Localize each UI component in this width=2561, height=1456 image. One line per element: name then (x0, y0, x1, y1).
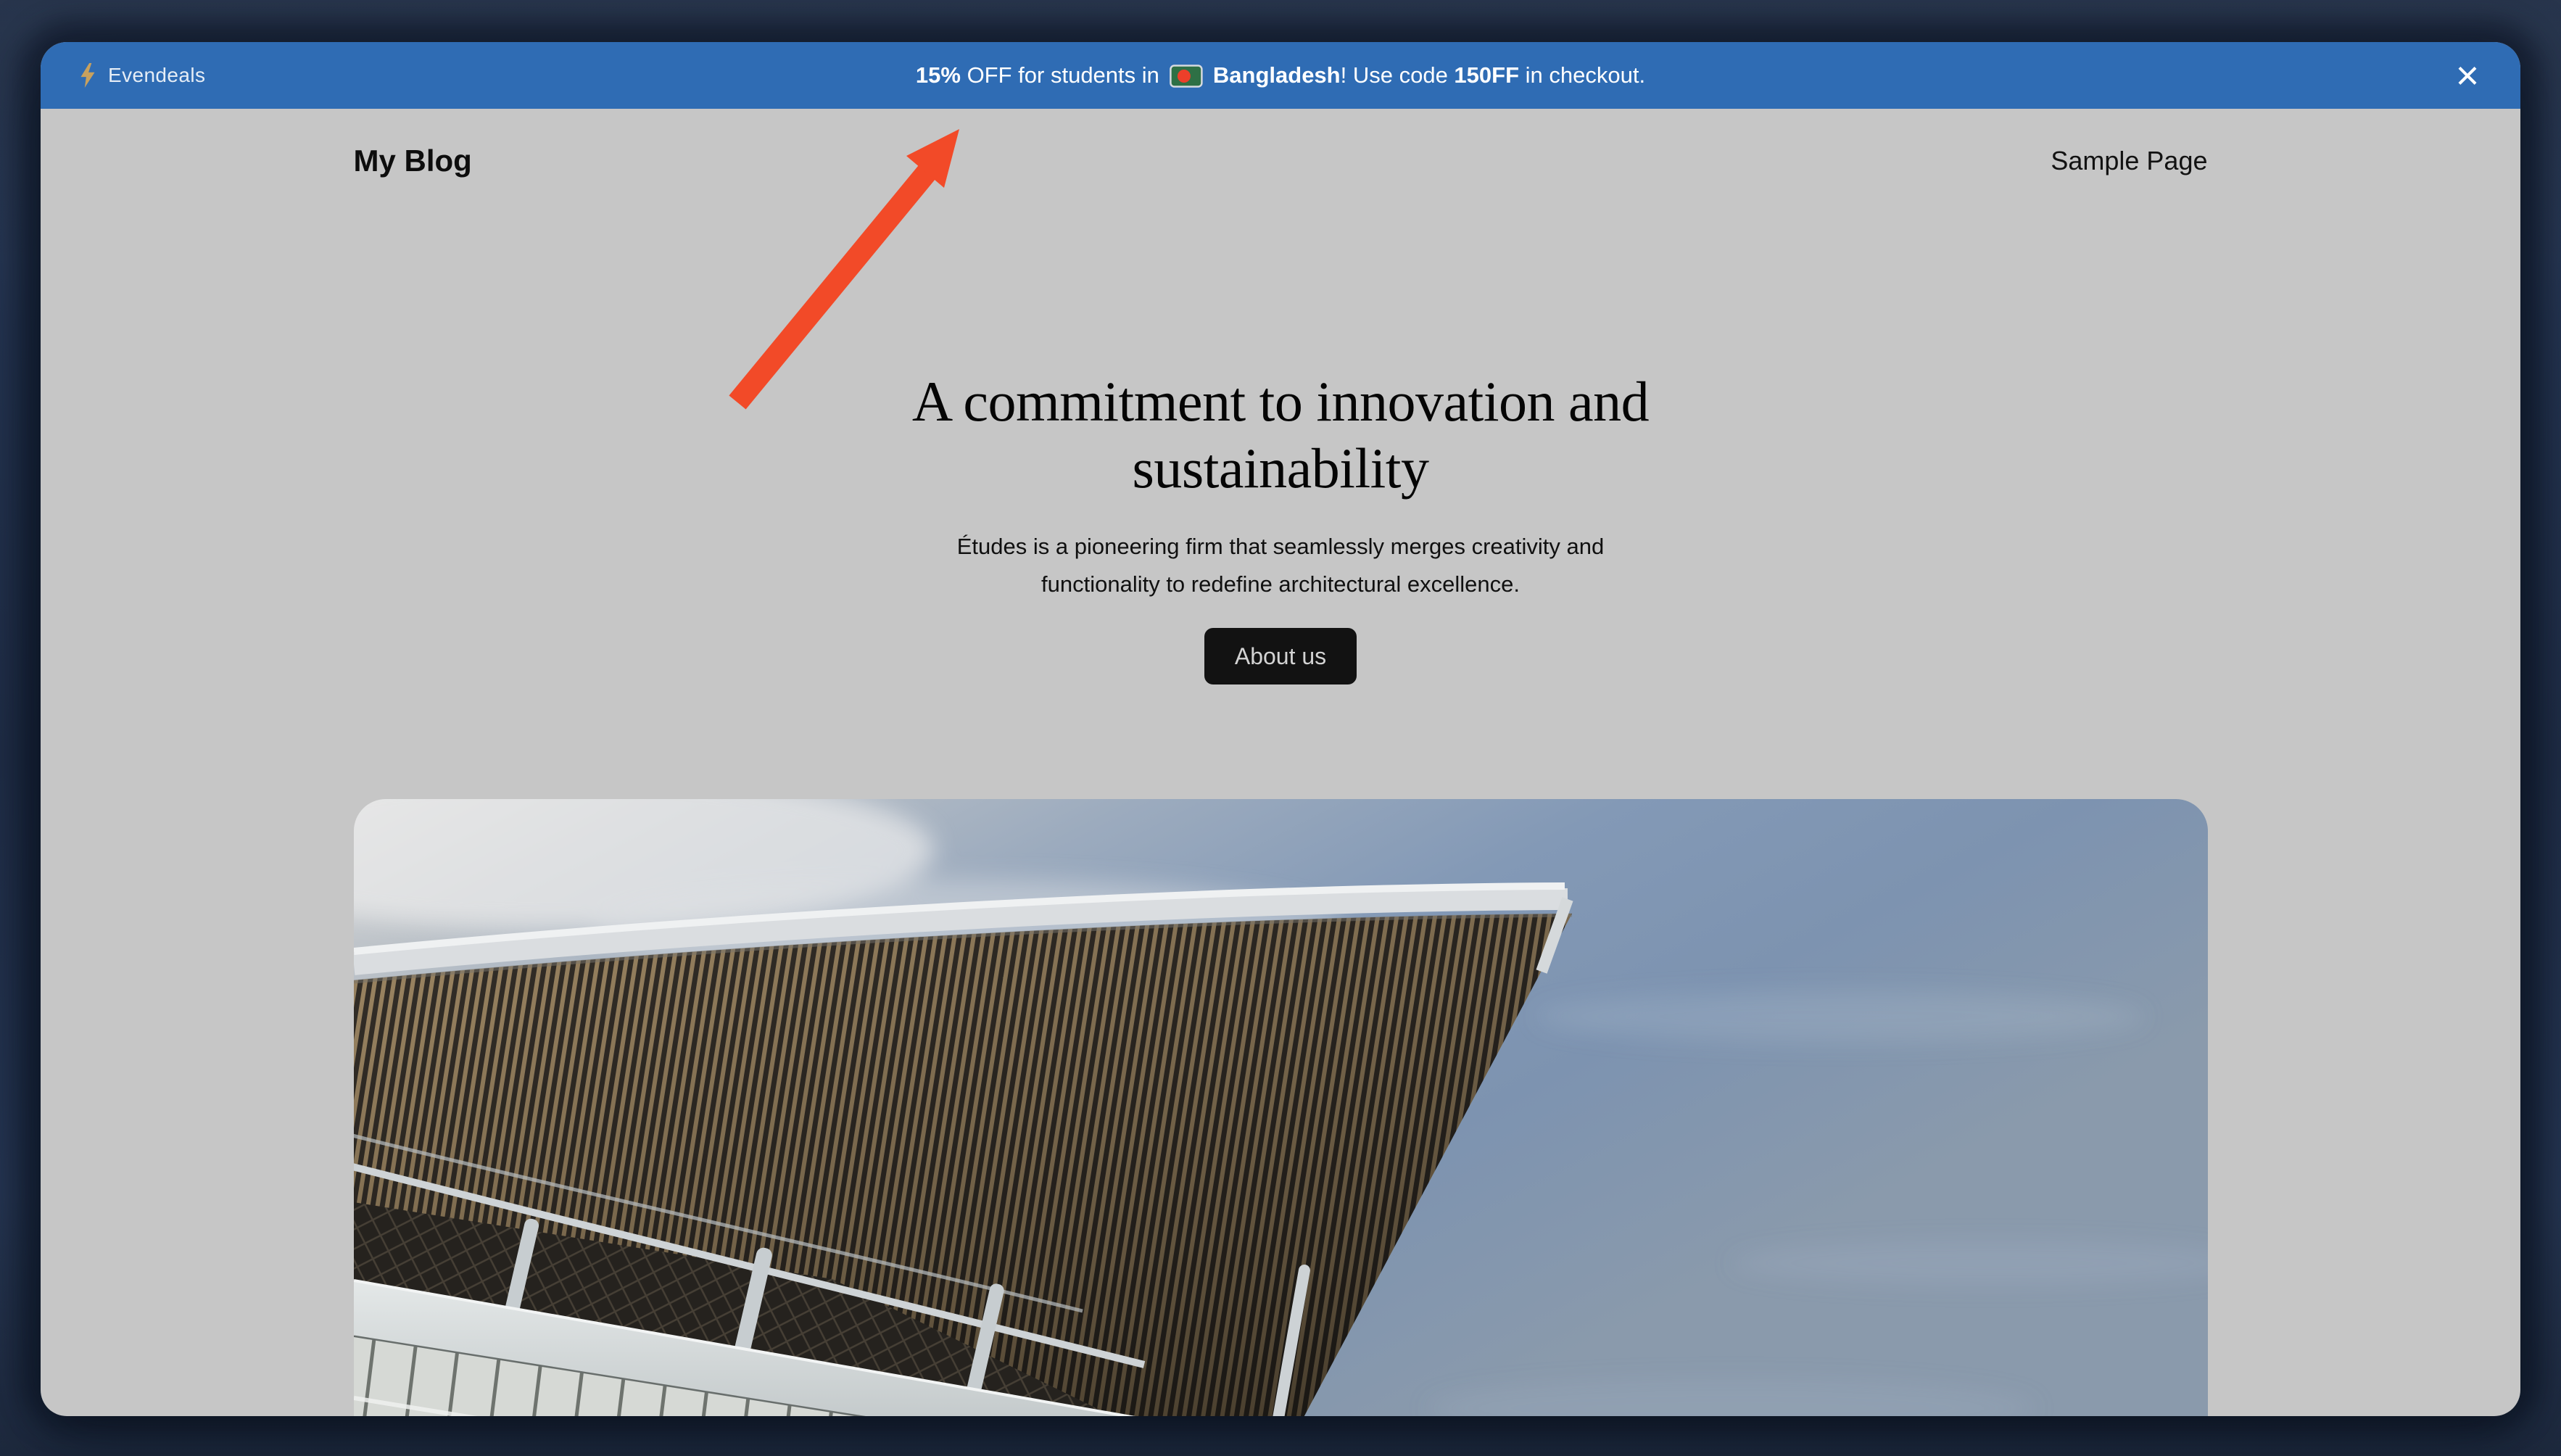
hero-heading-line2: sustainability (354, 435, 2208, 502)
promo-after-country: ! Use code (1341, 62, 1455, 88)
bangladesh-flag-icon (1170, 65, 1203, 88)
hero-subtitle: Études is a pioneering firm that seamles… (914, 528, 1647, 603)
nav-link-sample-page[interactable]: Sample Page (2051, 146, 2207, 176)
hero-image (354, 799, 2208, 1416)
promo-country: Bangladesh (1213, 62, 1341, 88)
site-header: My Blog Sample Page (354, 109, 2208, 181)
promo-code: 150FF (1454, 62, 1519, 88)
banner-brand-label: Evendeals (108, 64, 205, 87)
lightning-icon (78, 62, 97, 88)
site-title-link[interactable]: My Blog (354, 144, 472, 178)
promo-end: in checkout. (1519, 62, 1645, 88)
app-window: Evendeals 15% OFF for students in Bangla… (41, 42, 2520, 1416)
cta-row: About us (354, 628, 2208, 684)
promo-middle: OFF for students in (961, 62, 1159, 88)
banner-close-button[interactable]: × (2442, 42, 2493, 109)
close-icon: × (2456, 55, 2480, 96)
promo-banner: Evendeals 15% OFF for students in Bangla… (41, 42, 2520, 109)
promo-discount: 15% (916, 62, 961, 88)
page-content: My Blog Sample Page A commitment to inno… (354, 109, 2208, 1416)
hero-heading: A commitment to innovation and sustainab… (354, 368, 2208, 502)
hero-heading-line1: A commitment to innovation and (354, 368, 2208, 435)
promo-message: 15% OFF for students in Bangladesh! Use … (916, 62, 1645, 88)
about-us-button[interactable]: About us (1204, 628, 1357, 684)
hero-section: A commitment to innovation and sustainab… (354, 368, 2208, 684)
banner-brand-link[interactable]: Evendeals (78, 42, 205, 109)
